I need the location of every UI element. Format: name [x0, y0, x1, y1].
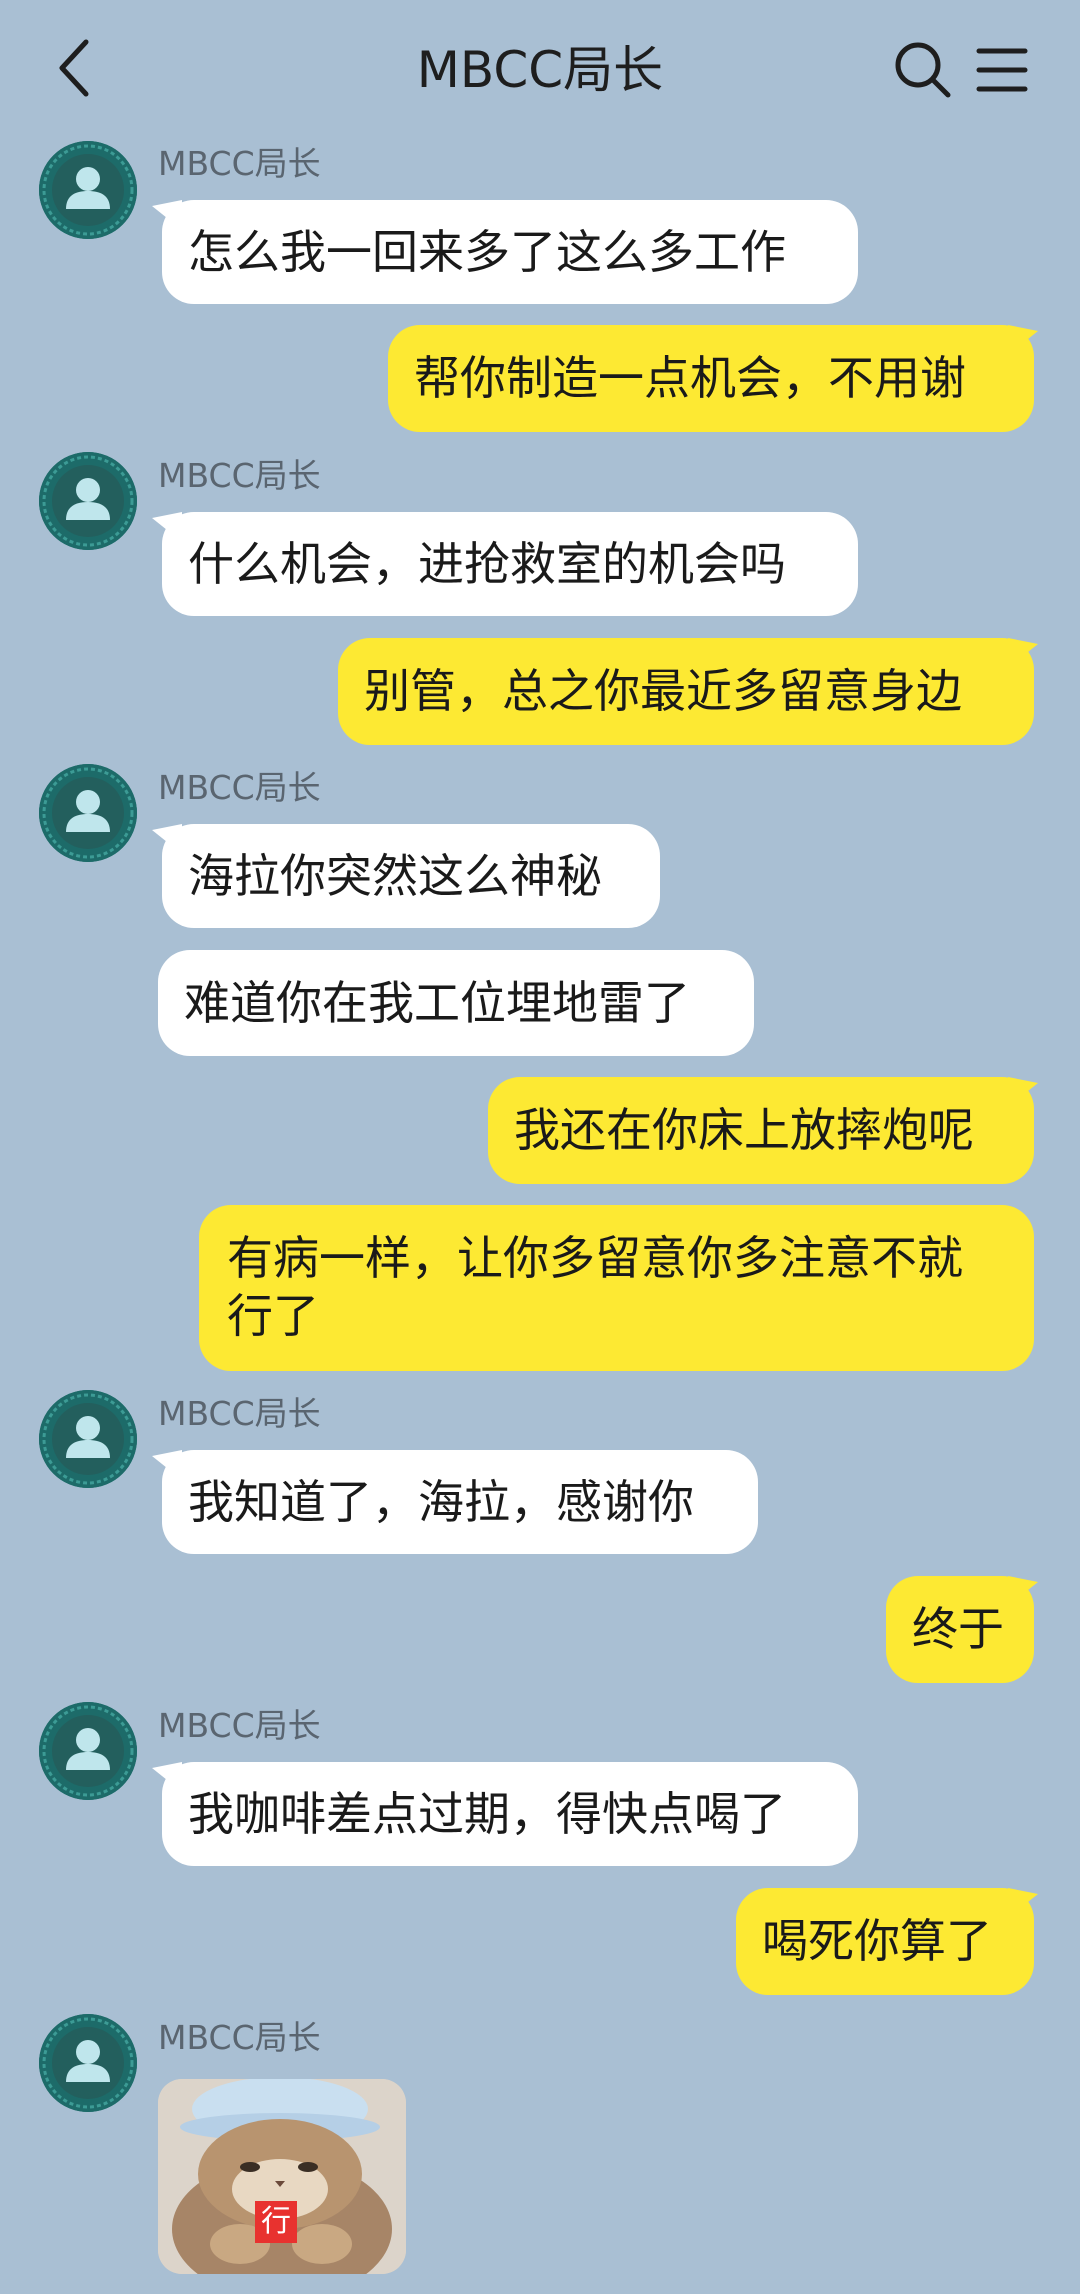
person-icon: [39, 764, 137, 862]
message-bubble-outgoing[interactable]: 我还在你床上放摔炮呢: [488, 1077, 1034, 1184]
sender-name: MBCC局长: [158, 768, 321, 807]
message-text: 难道你在我工位埋地雷了: [184, 976, 690, 1030]
message-bubble-outgoing[interactable]: 有病一样，让你多留意你多注意不就行了: [199, 1205, 1034, 1371]
sticker-caption: 行: [255, 2201, 297, 2243]
message-text: 终于: [912, 1602, 1004, 1656]
message-bubble-outgoing[interactable]: 喝死你算了: [736, 1888, 1034, 1995]
avatar[interactable]: [39, 1702, 137, 1800]
sender-name: MBCC局长: [158, 456, 321, 495]
message-bubble-outgoing[interactable]: 帮你制造一点机会，不用谢: [388, 325, 1034, 432]
message-text: 海拉你突然这么神秘: [188, 849, 602, 903]
message-text: 什么机会，进抢救室的机会吗: [188, 537, 786, 591]
avatar[interactable]: [39, 1390, 137, 1488]
avatar[interactable]: [39, 2014, 137, 2112]
message-bubble-incoming[interactable]: 我咖啡差点过期，得快点喝了: [162, 1762, 858, 1866]
message-text: 我还在你床上放摔炮呢: [514, 1103, 974, 1157]
person-icon: [39, 141, 137, 239]
person-icon: [39, 1390, 137, 1488]
message-text: 别管，总之你最近多留意身边: [364, 664, 962, 718]
menu-icon: [976, 48, 1028, 92]
menu-button[interactable]: [975, 45, 1029, 95]
message-bubble-incoming[interactable]: 我知道了，海拉，感谢你: [162, 1450, 758, 1554]
message-text: 喝死你算了: [762, 1914, 992, 1968]
search-button[interactable]: [893, 40, 953, 100]
chat-header: MBCC局长: [0, 0, 1080, 135]
message-bubble-incoming[interactable]: 海拉你突然这么神秘: [162, 824, 660, 928]
cat-sticker[interactable]: 行: [158, 2079, 406, 2274]
avatar[interactable]: [39, 141, 137, 239]
person-icon: [39, 452, 137, 550]
cat-sticker-image: [158, 2079, 406, 2274]
message-text: 我知道了，海拉，感谢你: [188, 1475, 694, 1529]
sender-name: MBCC局长: [158, 1394, 321, 1433]
avatar[interactable]: [39, 452, 137, 550]
message-text: 我咖啡差点过期，得快点喝了: [188, 1787, 786, 1841]
avatar[interactable]: [39, 764, 137, 862]
message-bubble-outgoing[interactable]: 终于: [886, 1576, 1034, 1683]
sender-name: MBCC局长: [158, 2018, 321, 2057]
message-bubble-incoming[interactable]: 怎么我一回来多了这么多工作: [162, 200, 858, 304]
sender-name: MBCC局长: [158, 144, 321, 183]
search-icon: [895, 42, 951, 98]
message-bubble-incoming[interactable]: 什么机会，进抢救室的机会吗: [162, 512, 858, 616]
message-bubble-incoming[interactable]: 难道你在我工位埋地雷了: [158, 950, 754, 1056]
sender-name: MBCC局长: [158, 1706, 321, 1745]
person-icon: [39, 2014, 137, 2112]
person-icon: [39, 1702, 137, 1800]
message-text: 怎么我一回来多了这么多工作: [188, 225, 786, 279]
message-bubble-outgoing[interactable]: 别管，总之你最近多留意身边: [338, 638, 1034, 745]
message-text: 有病一样，让你多留意你多注意不就行了: [227, 1231, 963, 1343]
message-text: 帮你制造一点机会，不用谢: [414, 351, 966, 405]
